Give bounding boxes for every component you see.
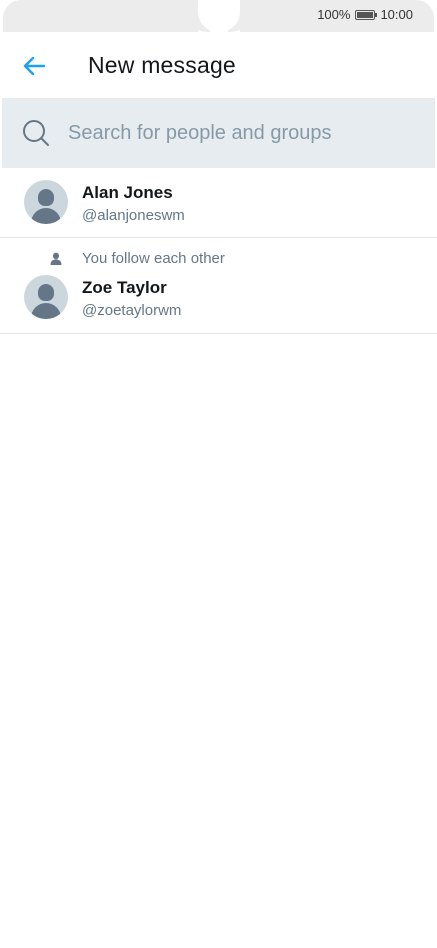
clock: 10:00 xyxy=(380,7,413,22)
status-bar-left xyxy=(3,0,198,32)
contact-name: Alan Jones xyxy=(82,183,173,202)
new-message-screen: 100% 10:00 New message Alan Jones @alanj… xyxy=(0,0,437,948)
header: New message xyxy=(0,32,437,98)
avatar xyxy=(24,180,68,224)
arrow-left-icon xyxy=(23,56,45,76)
follow-status: You follow each other xyxy=(82,250,225,267)
search-bar[interactable] xyxy=(2,98,435,168)
contact-item-zoe-taylor[interactable]: You follow each other Zoe Taylor @zoetay… xyxy=(0,238,437,334)
search-icon xyxy=(23,120,49,146)
battery-icon xyxy=(355,9,378,20)
page-title: New message xyxy=(88,52,236,78)
contact-item-alan-jones[interactable]: Alan Jones @alanjoneswm xyxy=(0,168,437,238)
status-info: 100% 10:00 xyxy=(317,7,413,22)
person-icon xyxy=(50,252,62,265)
avatar xyxy=(24,275,68,319)
contact-handle: @zoetaylorwm xyxy=(82,302,182,319)
contact-handle: @alanjoneswm xyxy=(82,207,185,224)
status-bar: 100% 10:00 xyxy=(0,0,437,32)
battery-percent: 100% xyxy=(317,7,351,22)
back-button[interactable] xyxy=(16,50,52,82)
contact-name: Zoe Taylor xyxy=(82,278,167,297)
search-input[interactable] xyxy=(68,116,418,150)
